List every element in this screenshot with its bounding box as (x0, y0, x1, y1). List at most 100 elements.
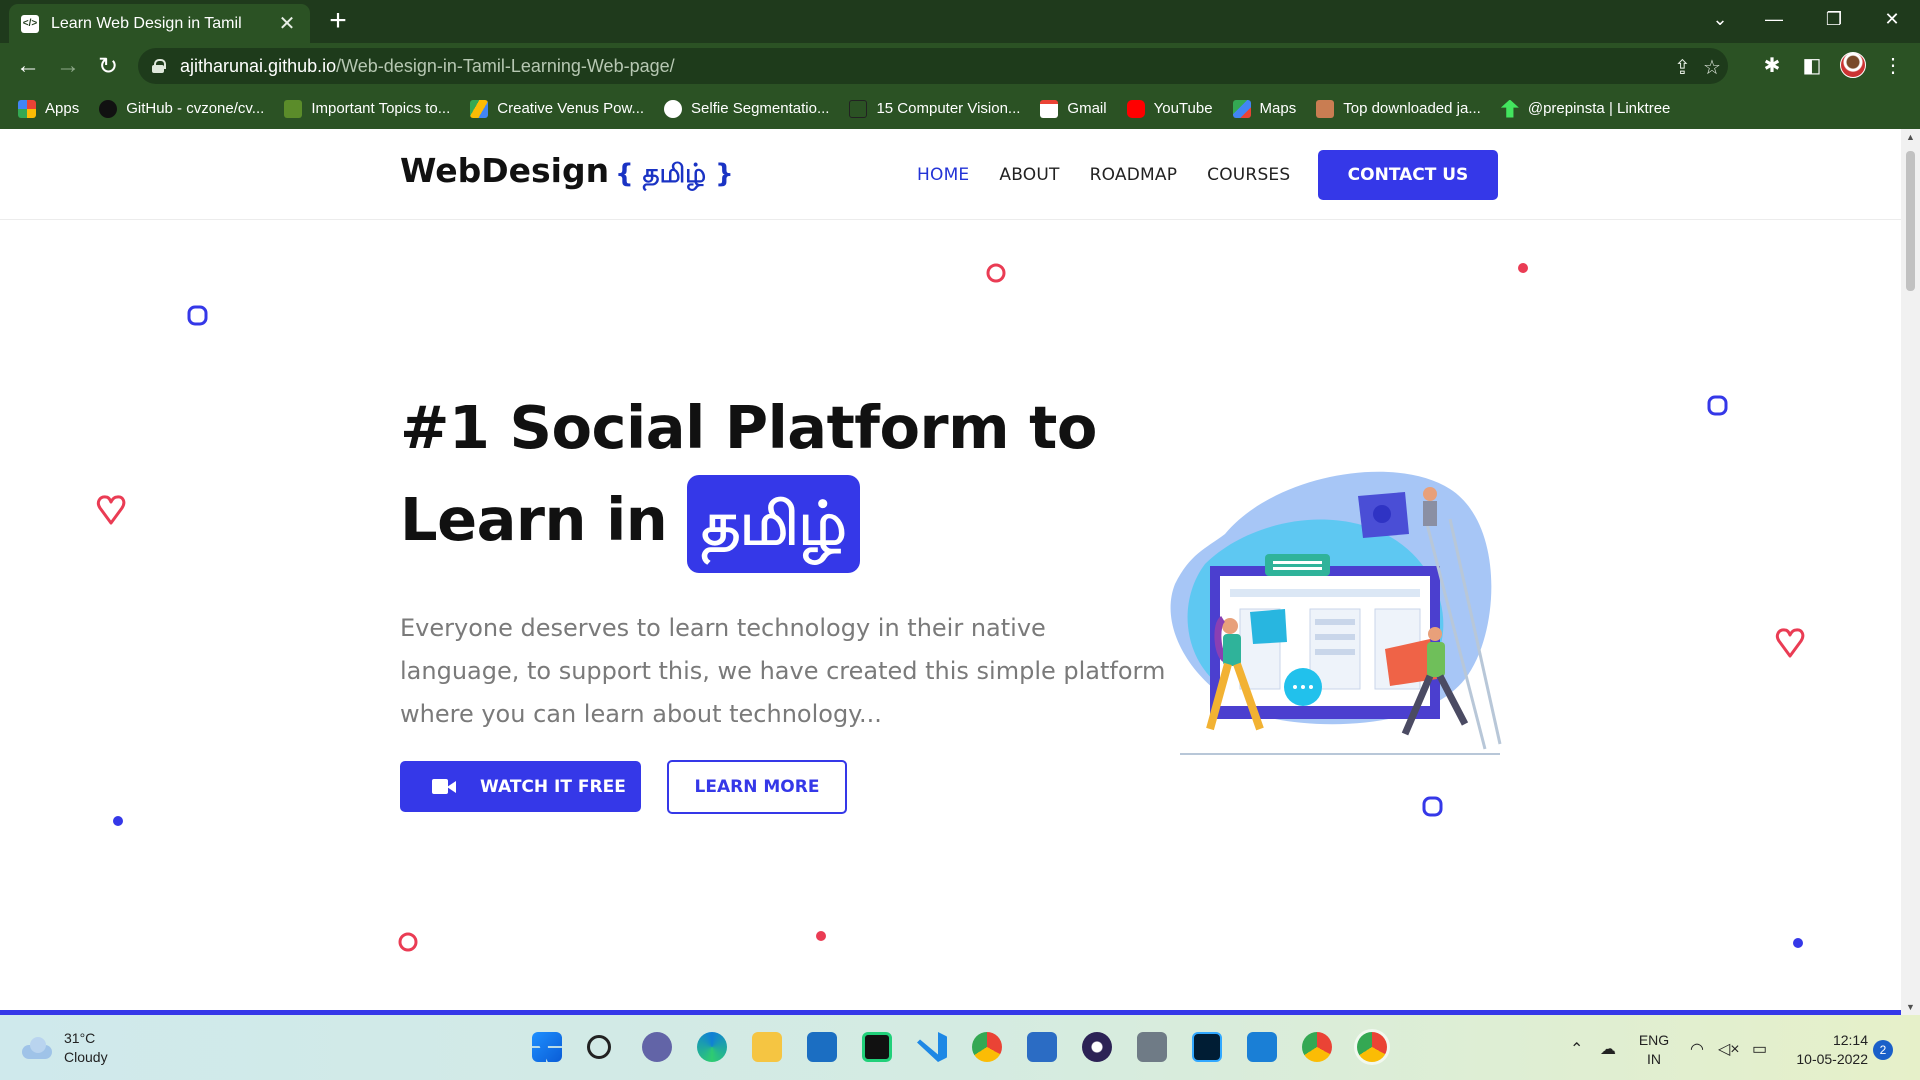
forward-icon[interactable]: → (53, 51, 83, 81)
chrome-active-icon[interactable] (1357, 1032, 1387, 1062)
drive-icon (470, 99, 489, 118)
decorative-heart-shape (96, 495, 126, 525)
cloud-icon (22, 1037, 52, 1059)
learn-more-button[interactable]: LEARN MORE (667, 760, 847, 814)
reload-icon[interactable]: ↻ (93, 51, 123, 81)
chrome-icon[interactable] (972, 1032, 1002, 1062)
eclipse-icon[interactable] (1082, 1032, 1112, 1062)
chrome-profile-icon[interactable] (1302, 1032, 1332, 1062)
decorative-dot-shape (113, 816, 123, 826)
bookmark-apps[interactable]: Apps (18, 99, 80, 118)
microsoft-store-icon[interactable] (1027, 1032, 1057, 1062)
site-logo[interactable]: WebDesign{ தமிழ் } (400, 151, 734, 192)
profile-avatar[interactable] (1840, 52, 1866, 78)
scroll-down-icon[interactable]: ▼ (1901, 999, 1920, 1015)
bookmark-star-icon[interactable]: ☆ (1703, 55, 1721, 80)
page-scrollbar[interactable]: ▲ ▼ (1901, 129, 1920, 1015)
decorative-square-shape (187, 305, 208, 326)
bookmark-youtube[interactable]: YouTube (1126, 99, 1213, 118)
onedrive-cloud-icon[interactable]: ☁ (1600, 1039, 1616, 1059)
youtube-icon (1126, 99, 1145, 118)
restore-icon[interactable]: ❐ (1806, 0, 1862, 38)
lock-icon[interactable] (152, 59, 166, 73)
watch-it-free-button[interactable]: WATCH IT FREE (400, 761, 641, 812)
tab-title: Learn Web Design in Tamil (51, 14, 242, 32)
windows-taskbar: 31°C Cloudy ⌃ ☁ ENG IN ◠ ◁× ▭ 12:14 10-0… (0, 1015, 1920, 1080)
photoshop-icon[interactable] (1192, 1032, 1222, 1062)
decorative-dot-shape (1518, 263, 1528, 273)
decorative-ring-shape (986, 263, 1006, 283)
notification-badge[interactable]: 2 (1873, 1040, 1893, 1060)
bookmark-important-topics[interactable]: Important Topics to... (284, 99, 450, 118)
apps-grid-icon (18, 99, 36, 118)
decorative-heart-shape (1775, 628, 1805, 658)
app-store-icon[interactable] (807, 1032, 837, 1062)
hero-description: Everyone deserves to learn technology in… (400, 614, 1166, 728)
bookmark-maps[interactable]: Maps (1232, 99, 1296, 118)
bookmarks-bar: Apps GitHub - cvzone/cv... Important Top… (0, 88, 1920, 129)
hero-title: #1 Social Platform to Learn in தமிழ் (400, 382, 1097, 573)
language-code: ENG (1638, 1032, 1670, 1048)
minimize-icon[interactable]: — (1746, 0, 1802, 38)
browser-tab[interactable]: </> Learn Web Design in Tamil ✕ (9, 4, 310, 43)
nav-about[interactable]: ABOUT (999, 165, 1059, 185)
bookmark-label: @prepinsta | Linktree (1527, 100, 1671, 117)
bookmark-selfie-segmentation[interactable]: Selfie Segmentatio... (664, 99, 830, 118)
site-header: WebDesign{ தமிழ் } HOME ABOUT ROADMAP CO… (0, 129, 1901, 220)
globe-icon (664, 99, 683, 118)
temperature: 31°C (64, 1030, 96, 1046)
address-bar[interactable]: ajitharunai.github.io/Web-design-in-Tami… (138, 48, 1728, 84)
bookmark-label: YouTube (1153, 100, 1213, 117)
extensions-puzzle-icon[interactable]: ✱ (1759, 53, 1785, 78)
scroll-up-icon[interactable]: ▲ (1901, 129, 1920, 145)
start-windows-icon[interactable] (532, 1032, 562, 1062)
bookmark-top-downloaded[interactable]: Top downloaded ja... (1316, 99, 1481, 118)
avatar-icon (284, 99, 303, 118)
bookmark-prepinsta[interactable]: @prepinsta | Linktree (1500, 99, 1671, 118)
bookmark-label: Top downloaded ja... (1343, 100, 1481, 117)
side-panel-icon[interactable]: ◧ (1799, 53, 1825, 78)
watch-button-label: WATCH IT FREE (480, 776, 626, 797)
search-icon[interactable] (587, 1035, 611, 1059)
back-icon[interactable]: ← (13, 51, 43, 81)
close-window-icon[interactable]: ✕ (1864, 0, 1920, 38)
weather-widget[interactable]: 31°C Cloudy (22, 1029, 108, 1067)
chevron-up-icon[interactable]: ⌃ (1570, 1039, 1583, 1059)
nav-home[interactable]: HOME (917, 165, 969, 185)
file-explorer-icon[interactable] (752, 1032, 782, 1062)
bookmark-gmail[interactable]: Gmail (1040, 99, 1107, 118)
tab-search-chevron-icon[interactable]: ⌄ (1692, 0, 1748, 38)
linktree-icon (1500, 99, 1519, 118)
bookmark-computer-vision[interactable]: 15 Computer Vision... (849, 99, 1021, 118)
bookmark-creative-venus[interactable]: Creative Venus Pow... (470, 99, 644, 118)
calculator-icon[interactable] (1137, 1032, 1167, 1062)
nav-courses[interactable]: COURSES (1207, 165, 1290, 185)
bookmark-label: Apps (45, 100, 80, 117)
bookmark-label: GitHub - cvzone/cv... (126, 100, 265, 117)
volume-muted-icon[interactable]: ◁× (1718, 1039, 1740, 1059)
bookmark-label: 15 Computer Vision... (876, 100, 1021, 117)
wifi-icon[interactable]: ◠ (1690, 1039, 1704, 1059)
browser-toolbar: ← → ↻ ajitharunai.github.io/Web-design-i… (0, 43, 1920, 88)
contact-us-button[interactable]: CONTACT US (1318, 150, 1498, 200)
nav-roadmap[interactable]: ROADMAP (1090, 165, 1178, 185)
edge-browser-icon[interactable] (697, 1032, 727, 1062)
remote-desktop-icon[interactable] (1247, 1032, 1277, 1062)
menu-kebab-icon[interactable]: ⋮ (1880, 53, 1906, 78)
browser-titlebar: </> Learn Web Design in Tamil ✕ + ⌄ — ❐ … (0, 0, 1920, 43)
bookmark-label: Selfie Segmentatio... (691, 100, 830, 117)
bookmark-github[interactable]: GitHub - cvzone/cv... (99, 99, 265, 118)
decorative-dot-shape (816, 931, 826, 941)
teams-chat-icon[interactable] (642, 1032, 672, 1062)
tab-close-icon[interactable]: ✕ (276, 11, 298, 36)
url-path: /Web-design-in-Tamil-Learning-Web-page/ (336, 55, 675, 76)
language-indicator[interactable]: ENG IN (1637, 1031, 1671, 1069)
share-icon[interactable]: ⇪ (1674, 55, 1691, 80)
system-clock[interactable]: 12:14 10-05-2022 (1784, 1031, 1868, 1069)
new-tab-icon[interactable]: + (322, 6, 354, 36)
vscode-icon[interactable] (917, 1032, 947, 1062)
battery-icon[interactable]: ▭ (1752, 1039, 1767, 1059)
scroll-thumb[interactable] (1906, 151, 1915, 291)
region-code: IN (1647, 1051, 1661, 1067)
pycharm-icon[interactable] (862, 1032, 892, 1062)
